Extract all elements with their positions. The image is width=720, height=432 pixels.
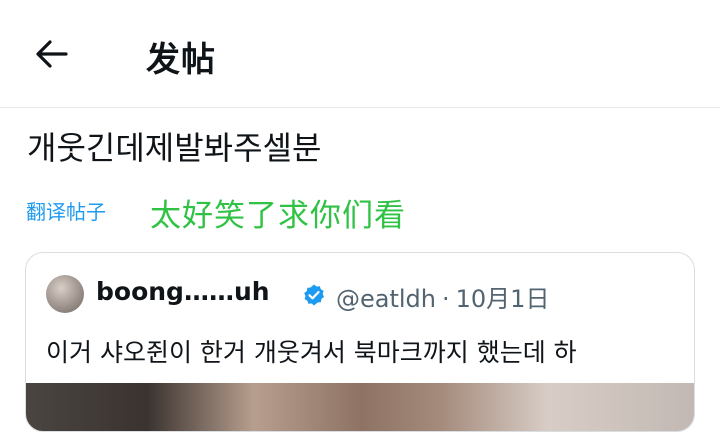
quoted-meta: @eatldh · 10月1日	[314, 279, 549, 314]
top-bar: 发帖	[0, 0, 720, 108]
quoted-media-image[interactable]	[26, 383, 694, 431]
translated-text: 太好笑了求你们看	[150, 198, 406, 234]
post-text: 개웃긴데제발봐주셀분	[27, 129, 322, 167]
translate-post-link[interactable]: 翻译帖子	[26, 196, 106, 225]
page-title: 发帖	[146, 40, 216, 80]
arrow-left-icon	[36, 40, 68, 68]
quoted-display-name[interactable]: boong……uh	[96, 277, 270, 306]
quoted-post-card[interactable]: boong……uh @eatldh · 10月1日 이거 샤오쥔이 한거 개웃겨서 …	[25, 252, 695, 432]
quoted-date[interactable]: 10月1日	[456, 285, 550, 313]
avatar[interactable]	[46, 275, 84, 313]
quoted-handle[interactable]: @eatldh	[336, 285, 436, 313]
quoted-text: 이거 샤오쥔이 한거 개웃겨서 북마크까지 했는데 하	[46, 338, 577, 367]
back-button[interactable]	[30, 34, 74, 74]
meta-separator: ·	[442, 285, 450, 313]
